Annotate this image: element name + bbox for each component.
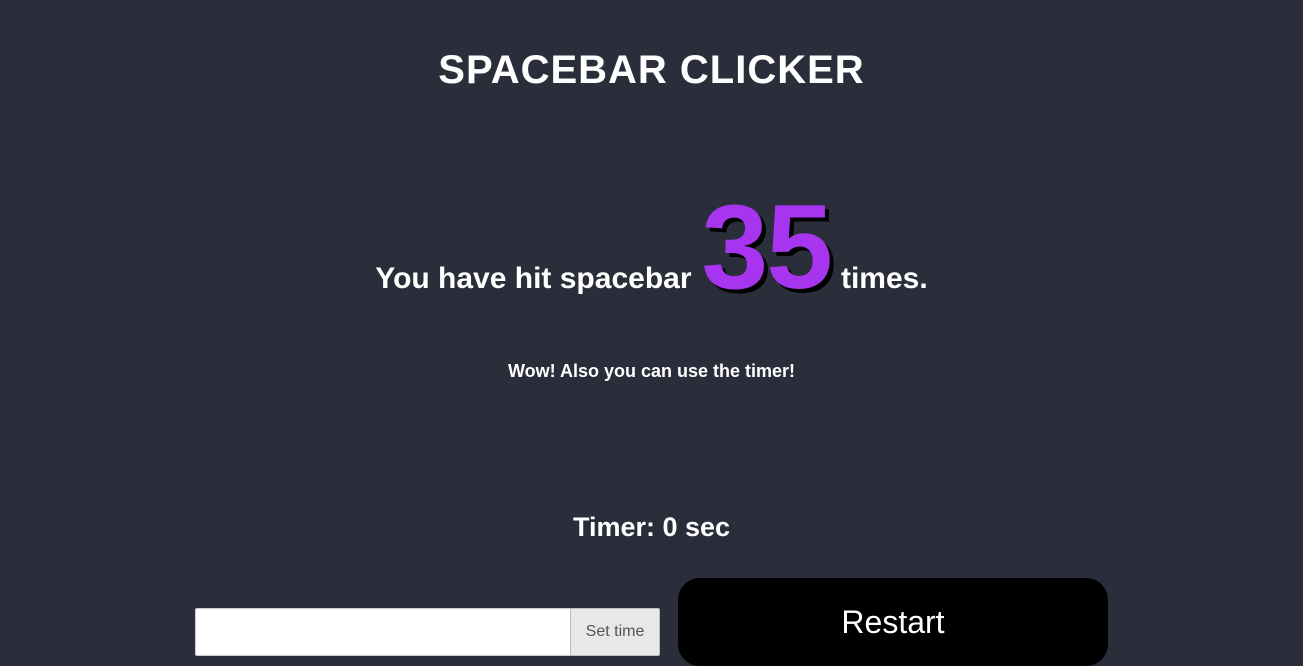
time-input[interactable] — [195, 608, 570, 656]
timer-unit: sec — [678, 512, 731, 542]
counter-prefix: You have hit spacebar — [375, 262, 691, 296]
hint-text: Wow! Also you can use the timer! — [508, 361, 795, 382]
restart-button[interactable]: Restart — [678, 578, 1108, 666]
controls-row: Set time Restart — [195, 598, 1108, 666]
counter-suffix: times. — [841, 262, 928, 296]
time-input-group: Set time — [195, 608, 660, 656]
main-container: SPACEBAR CLICKER You have hit spacebar 3… — [0, 0, 1303, 666]
timer-display: Timer: 0 sec — [573, 512, 730, 543]
timer-label: Timer: — [573, 512, 663, 542]
page-title: SPACEBAR CLICKER — [438, 48, 864, 93]
timer-value: 0 — [662, 512, 677, 542]
set-time-button[interactable]: Set time — [570, 608, 660, 656]
counter-value: 35 — [702, 193, 831, 301]
counter-line: You have hit spacebar 35 times. — [375, 193, 927, 301]
